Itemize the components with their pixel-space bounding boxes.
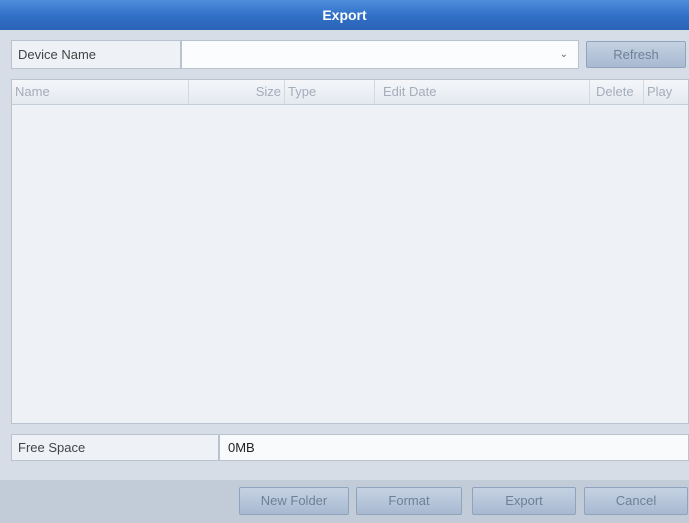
new-folder-button[interactable]: New Folder — [239, 487, 349, 515]
export-dialog: Export Device Name ⌄ Refresh Name Size T… — [0, 0, 689, 523]
device-name-dropdown[interactable]: ⌄ — [181, 40, 579, 69]
refresh-button[interactable]: Refresh — [586, 41, 686, 68]
export-button[interactable]: Export — [472, 487, 576, 515]
free-space-label: Free Space — [11, 434, 219, 461]
file-list-table[interactable]: Name Size Type Edit Date Delete Play — [11, 79, 689, 424]
dialog-footer: New Folder Format Export Cancel — [0, 480, 689, 523]
column-header-delete[interactable]: Delete — [590, 80, 644, 104]
dialog-title: Export — [0, 0, 689, 30]
table-body[interactable] — [12, 105, 688, 423]
column-header-size[interactable]: Size — [189, 80, 285, 104]
column-header-play[interactable]: Play — [644, 80, 689, 104]
column-header-type[interactable]: Type — [285, 80, 375, 104]
table-header: Name Size Type Edit Date Delete Play — [12, 80, 688, 105]
column-header-name[interactable]: Name — [12, 80, 189, 104]
format-button[interactable]: Format — [356, 487, 462, 515]
column-header-edit-date[interactable]: Edit Date — [375, 80, 590, 104]
device-name-label: Device Name — [11, 40, 181, 69]
cancel-button[interactable]: Cancel — [584, 487, 688, 515]
free-space-value: 0MB — [219, 434, 689, 461]
chevron-down-icon: ⌄ — [559, 49, 568, 60]
